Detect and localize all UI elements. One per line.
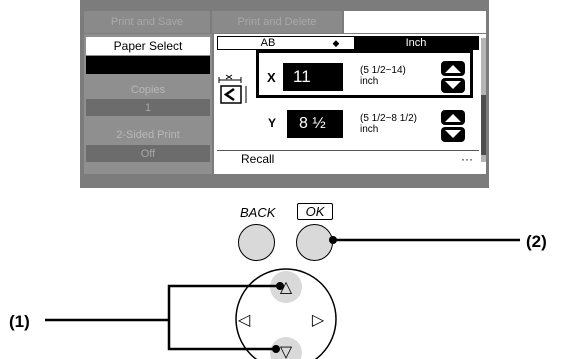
callout-2-label: (2) bbox=[526, 232, 547, 251]
callout-1-label: (1) bbox=[9, 312, 30, 331]
callout-lines bbox=[45, 236, 520, 353]
callout-1-bracket bbox=[167, 284, 280, 351]
